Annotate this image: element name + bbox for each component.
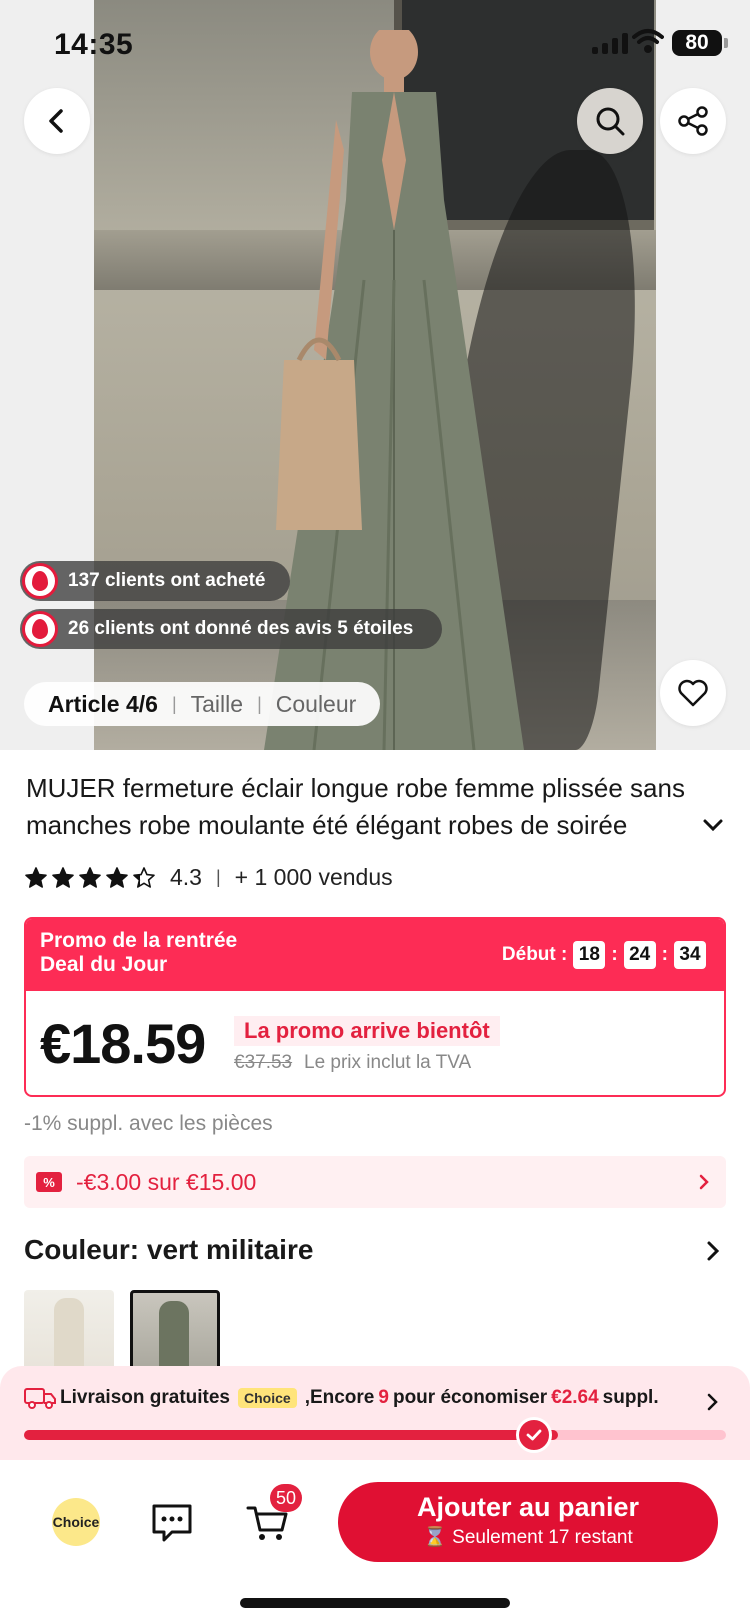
signal-icon [592, 32, 628, 54]
share-icon [678, 106, 708, 136]
flame-icon [22, 563, 58, 599]
wishlist-button[interactable] [660, 660, 726, 726]
add-to-cart-label: Ajouter au panier [416, 1492, 640, 1522]
coupon-text: -€3.00 sur €15.00 [76, 1168, 257, 1195]
tab-divider: | [171, 693, 177, 714]
tab-size[interactable]: Taille [191, 691, 243, 718]
chat-icon[interactable] [150, 1500, 194, 1544]
reviews-badge: 26 clients ont donné des avis 5 étoiles [20, 609, 442, 649]
promo-title: Promo de la rentrée [40, 929, 238, 952]
chevron-left-icon [49, 109, 63, 133]
sold-count: + 1 000 vendus [234, 864, 393, 890]
heart-icon [678, 679, 708, 707]
countdown: Début : 18 : 24 : 34 [502, 941, 706, 969]
star-icon [133, 866, 155, 888]
shipping-text-3: pour économiser [392, 1387, 548, 1408]
original-price: €37.53 [234, 1052, 293, 1073]
rating-row[interactable]: 4.3 | + 1 000 vendus [24, 864, 393, 891]
wifi-icon [632, 29, 664, 53]
chevron-down-icon[interactable] [700, 812, 726, 838]
chevron-right-icon [707, 1393, 718, 1411]
countdown-label: Début : [501, 944, 568, 965]
flame-icon [22, 611, 58, 647]
shipping-text: Livraison gratuites [60, 1387, 230, 1408]
coupon-row[interactable]: % -€3.00 sur €15.00 [24, 1156, 726, 1208]
back-button[interactable] [24, 88, 90, 154]
shipping-text-2: ,Encore [304, 1387, 375, 1408]
purchases-text: 137 clients ont acheté [68, 570, 266, 591]
stock-remaining: ⌛ Seulement 17 restant [423, 1527, 633, 1548]
tab-color[interactable]: Couleur [276, 691, 357, 718]
battery-level: 80 [672, 30, 722, 56]
shipping-row: Livraison gratuites Choice ,Encore 9 pou… [24, 1386, 659, 1410]
tab-article[interactable]: Article 4/6 [48, 691, 158, 718]
battery-icon: 80 [672, 30, 728, 56]
current-price: €18.59 [40, 1012, 206, 1075]
items-remaining: 9 [378, 1387, 389, 1408]
savings-amount: €2.64 [551, 1387, 599, 1408]
reviews-text: 26 clients ont donné des avis 5 étoiles [68, 618, 414, 639]
status-time: 14:35 [54, 28, 134, 61]
countdown-minutes: 24 [623, 941, 656, 969]
truck-icon [24, 1388, 56, 1409]
shipping-text-4: suppl. [602, 1387, 659, 1408]
free-shipping-banner[interactable]: Livraison gratuites Choice ,Encore 9 pou… [0, 1366, 750, 1460]
tab-divider: | [257, 693, 262, 714]
product-title: MUJER fermeture éclair longue robe femme… [26, 773, 685, 840]
shipping-progress-track [24, 1417, 726, 1453]
search-icon [596, 107, 625, 136]
status-bar: 14:35 80 [0, 0, 750, 88]
star-icon [25, 866, 47, 888]
star-icon [52, 866, 74, 888]
star-icon [106, 866, 128, 888]
gallery-tabs[interactable]: Article 4/6 | Taille | Couleur [24, 682, 381, 726]
vat-note: Le prix inclut la TVA [304, 1052, 472, 1073]
share-button[interactable] [660, 88, 726, 154]
color-selection-label[interactable]: Couleur: vert militaire [24, 1234, 313, 1266]
search-button[interactable] [577, 88, 643, 154]
choice-tag: Choice [238, 1388, 297, 1408]
purchases-badge: 137 clients ont acheté [20, 561, 290, 601]
bottom-bar: Choice 50 Ajouter au panier ⌛ Seulement … [0, 1460, 750, 1624]
star-icon [79, 866, 101, 888]
countdown-seconds: 34 [674, 941, 706, 969]
add-to-cart-button[interactable]: Ajouter au panier ⌛ Seulement 17 restant [338, 1482, 718, 1562]
rating-divider: | [215, 867, 221, 887]
coupon-icon: % [36, 1172, 62, 1192]
progress-check-icon [515, 1417, 552, 1453]
coins-discount: -1% suppl. avec les pièces [24, 1112, 273, 1135]
chevron-right-icon [699, 1174, 709, 1190]
rating-stars [24, 866, 156, 890]
rating-value: 4.3 [170, 864, 202, 890]
promo-soon-label: La promo arrive bientôt [234, 1016, 500, 1046]
product-gallery[interactable]: 14:35 80 137 clients ont acheté 26 clien… [0, 0, 750, 750]
promo-subtitle: Deal du Jour [40, 953, 168, 976]
choice-button[interactable]: Choice [52, 1498, 100, 1546]
home-indicator[interactable] [240, 1598, 510, 1608]
shipping-progress-fill [24, 1430, 558, 1440]
promo-header: Promo de la rentrée Deal du Jour Début :… [26, 919, 724, 991]
chevron-right-icon[interactable] [700, 1238, 726, 1264]
countdown-hours: 18 [573, 941, 606, 969]
promo-box: Promo de la rentrée Deal du Jour Début :… [24, 917, 726, 1097]
cart-count-badge: 50 [270, 1484, 302, 1512]
